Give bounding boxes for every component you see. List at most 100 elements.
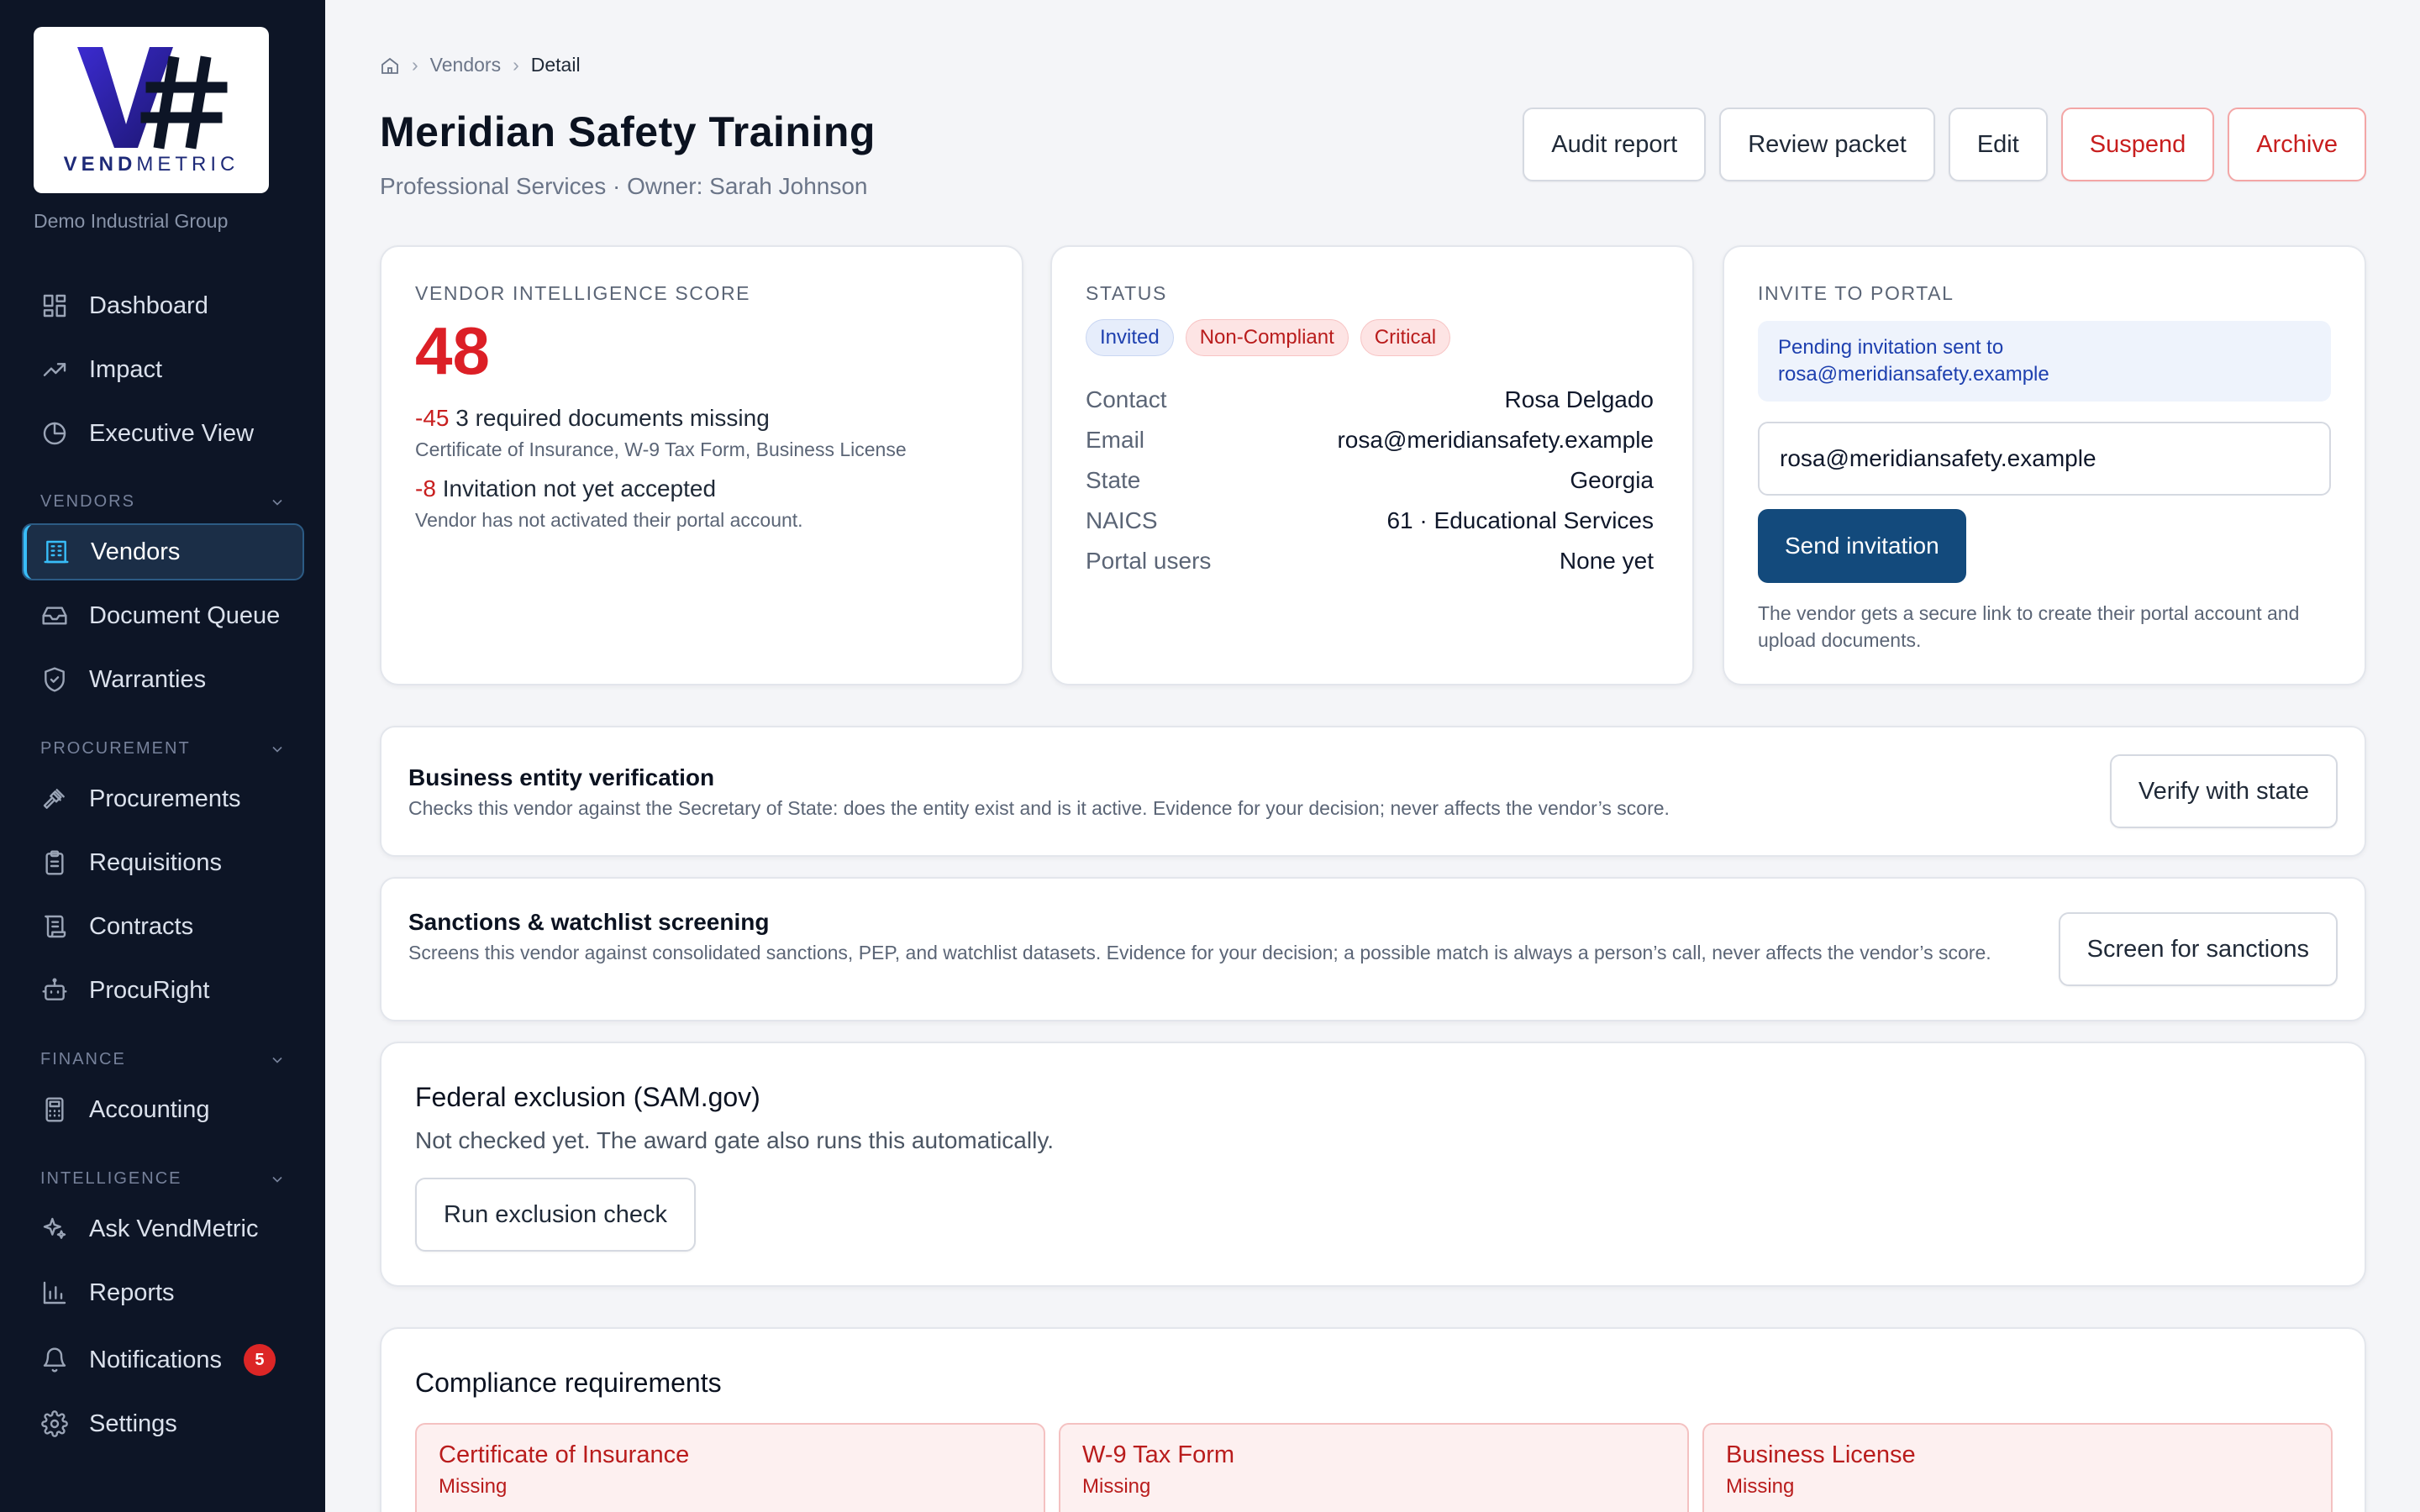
sidebar-item-ask-vendmetric[interactable]: Ask VendMetric [22, 1200, 304, 1257]
sanctions-title: Sanctions & watchlist screening [408, 909, 770, 935]
notice-line: Pending invitation sent to [1778, 336, 2004, 359]
breadcrumb-separator: › [412, 54, 418, 76]
field-value: Rosa Delgado [1504, 386, 1654, 412]
entity-verification-title: Business entity verification [408, 764, 715, 790]
nav-section-procurement[interactable]: PROCUREMENT [40, 739, 286, 759]
clipboard-icon [40, 848, 69, 877]
suspend-button[interactable]: Suspend [2060, 108, 2215, 181]
nav-section-title: VENDORS [40, 492, 135, 511]
status-badge-critical: Critical [1360, 319, 1451, 356]
deduction-item: -45 3 required documents missing [415, 405, 770, 432]
field-value: 61 · Educational Services [1386, 507, 1654, 533]
sidebar-item-impact[interactable]: Impact [22, 341, 304, 398]
field-portal-users: Portal users None yet [1086, 548, 1654, 575]
invite-label: INVITE TO PORTAL [1758, 282, 1954, 304]
sidebar-item-label: Contracts [89, 912, 194, 940]
sidebar-item-reports[interactable]: Reports [22, 1264, 304, 1321]
status-label: STATUS [1086, 282, 1167, 304]
sidebar-item-procurements[interactable]: Procurements [22, 770, 304, 827]
nav-section-title: INTELLIGENCE [40, 1169, 182, 1188]
page-title: Meridian Safety Training [380, 108, 876, 155]
bar-chart-icon [40, 1278, 69, 1307]
sidebar-item-label: Executive View [89, 419, 255, 447]
field-value: None yet [1559, 548, 1654, 574]
status-pills: Invited Non-Compliant Critical [1086, 319, 1451, 356]
deduction-text: Invitation not yet accepted [442, 475, 717, 501]
sidebar-item-label: Ask VendMetric [89, 1215, 259, 1242]
field-label: State [1086, 467, 1141, 493]
compliance-requirements-card: Compliance requirements Certificate of I… [380, 1327, 2366, 1512]
deduction-item: -8 Invitation not yet accepted [415, 475, 716, 502]
archive-button[interactable]: Archive [2228, 108, 2366, 181]
field-value: Georgia [1570, 467, 1654, 493]
sanctions-screening-card: Sanctions & watchlist screening Screens … [380, 877, 2366, 1021]
breadcrumb-current: Detail [530, 54, 581, 76]
scroll-icon [40, 912, 69, 941]
org-name: Demo Industrial Group [34, 210, 229, 232]
requirement-tile[interactable]: Certificate of Insurance Missing [415, 1423, 1045, 1512]
deduction-points: -8 [415, 475, 436, 501]
field-value: rosa@meridiansafety.example [1337, 427, 1654, 453]
sidebar-item-dashboard[interactable]: Dashboard [22, 277, 304, 334]
nav-section-finance[interactable]: FINANCE [40, 1050, 286, 1069]
sidebar-item-label: Requisitions [89, 848, 222, 876]
sidebar-item-label: Procurements [89, 785, 241, 812]
entity-verification-desc: Checks this vendor against the Secretary… [408, 797, 1670, 819]
exclusion-desc: Not checked yet. The award gate also run… [415, 1127, 1055, 1153]
sidebar-item-label: Settings [89, 1410, 177, 1437]
nav-section-intelligence[interactable]: INTELLIGENCE [40, 1169, 286, 1189]
sidebar-item-requisitions[interactable]: Requisitions [22, 834, 304, 891]
edit-button[interactable]: Edit [1948, 108, 2048, 181]
requirement-name: Certificate of Insurance [439, 1441, 690, 1468]
requirement-status: Missing [439, 1475, 508, 1498]
sidebar-item-contracts[interactable]: Contracts [22, 898, 304, 955]
requirement-tile[interactable]: W-9 Tax Form Missing [1059, 1423, 1689, 1512]
status-card: STATUS Invited Non-Compliant Critical Co… [1050, 245, 1694, 685]
deduction-note: Certificate of Insurance, W-9 Tax Form, … [415, 438, 907, 460]
sidebar-item-accounting[interactable]: Accounting [22, 1081, 304, 1138]
field-state: State Georgia [1086, 467, 1654, 494]
screen-for-sanctions-button[interactable]: Screen for sanctions [2058, 912, 2338, 986]
breadcrumb-separator: › [513, 54, 519, 76]
requirement-status: Missing [1726, 1475, 1795, 1498]
nav-section-title: PROCUREMENT [40, 739, 191, 758]
invite-email-input[interactable] [1758, 422, 2331, 496]
breadcrumb-vendors[interactable]: Vendors [430, 54, 501, 76]
sanctions-desc: Screens this vendor against consolidated… [408, 942, 1991, 963]
run-exclusion-check-button[interactable]: Run exclusion check [415, 1178, 696, 1252]
breadcrumb: › Vendors › Detail [380, 54, 581, 76]
deduction-text: 3 required documents missing [455, 405, 770, 431]
score-value: 48 [415, 313, 490, 388]
sidebar-item-warranties[interactable]: Warranties [22, 651, 304, 708]
requirement-name: W-9 Tax Form [1082, 1441, 1235, 1468]
score-label: VENDOR INTELLIGENCE SCORE [415, 282, 751, 304]
sidebar-item-executive-view[interactable]: Executive View [22, 405, 304, 462]
nav-section-title: FINANCE [40, 1050, 126, 1068]
sidebar-item-document-queue[interactable]: Document Queue [22, 587, 304, 644]
field-label: NAICS [1086, 507, 1158, 533]
field-label: Email [1086, 427, 1145, 453]
dashboard-icon [40, 291, 69, 320]
home-icon[interactable] [380, 55, 400, 76]
audit-report-button[interactable]: Audit report [1523, 108, 1707, 181]
sidebar-item-label: Warranties [89, 665, 207, 693]
verify-with-state-button[interactable]: Verify with state [2109, 754, 2338, 828]
review-packet-button[interactable]: Review packet [1719, 108, 1935, 181]
sidebar-item-label: ProcuRight [89, 976, 210, 1004]
sidebar-item-vendors[interactable]: Vendors [22, 523, 304, 580]
entity-verification-card: Business entity verification Checks this… [380, 726, 2366, 857]
sidebar-item-label: Dashboard [89, 291, 208, 319]
field-naics: NAICS 61 · Educational Services [1086, 507, 1654, 534]
nav-section-vendors[interactable]: VENDORS [40, 492, 286, 512]
sidebar-item-procuright[interactable]: ProcuRight [22, 962, 304, 1019]
sidebar-item-label: Vendors [91, 538, 181, 565]
bell-icon [40, 1346, 69, 1374]
requirement-tile[interactable]: Business License Missing [1702, 1423, 2333, 1512]
sidebar-item-settings[interactable]: Settings [22, 1395, 304, 1452]
vendmetric-logo[interactable]: VENDMETRIC [34, 27, 269, 193]
field-email: Email rosa@meridiansafety.example [1086, 427, 1654, 454]
chevron-down-icon [272, 746, 282, 753]
sidebar-item-notifications[interactable]: Notifications 5 [22, 1331, 304, 1389]
page-subtitle: Professional Services · Owner: Sarah Joh… [380, 173, 868, 199]
send-invitation-button[interactable]: Send invitation [1758, 509, 1966, 583]
